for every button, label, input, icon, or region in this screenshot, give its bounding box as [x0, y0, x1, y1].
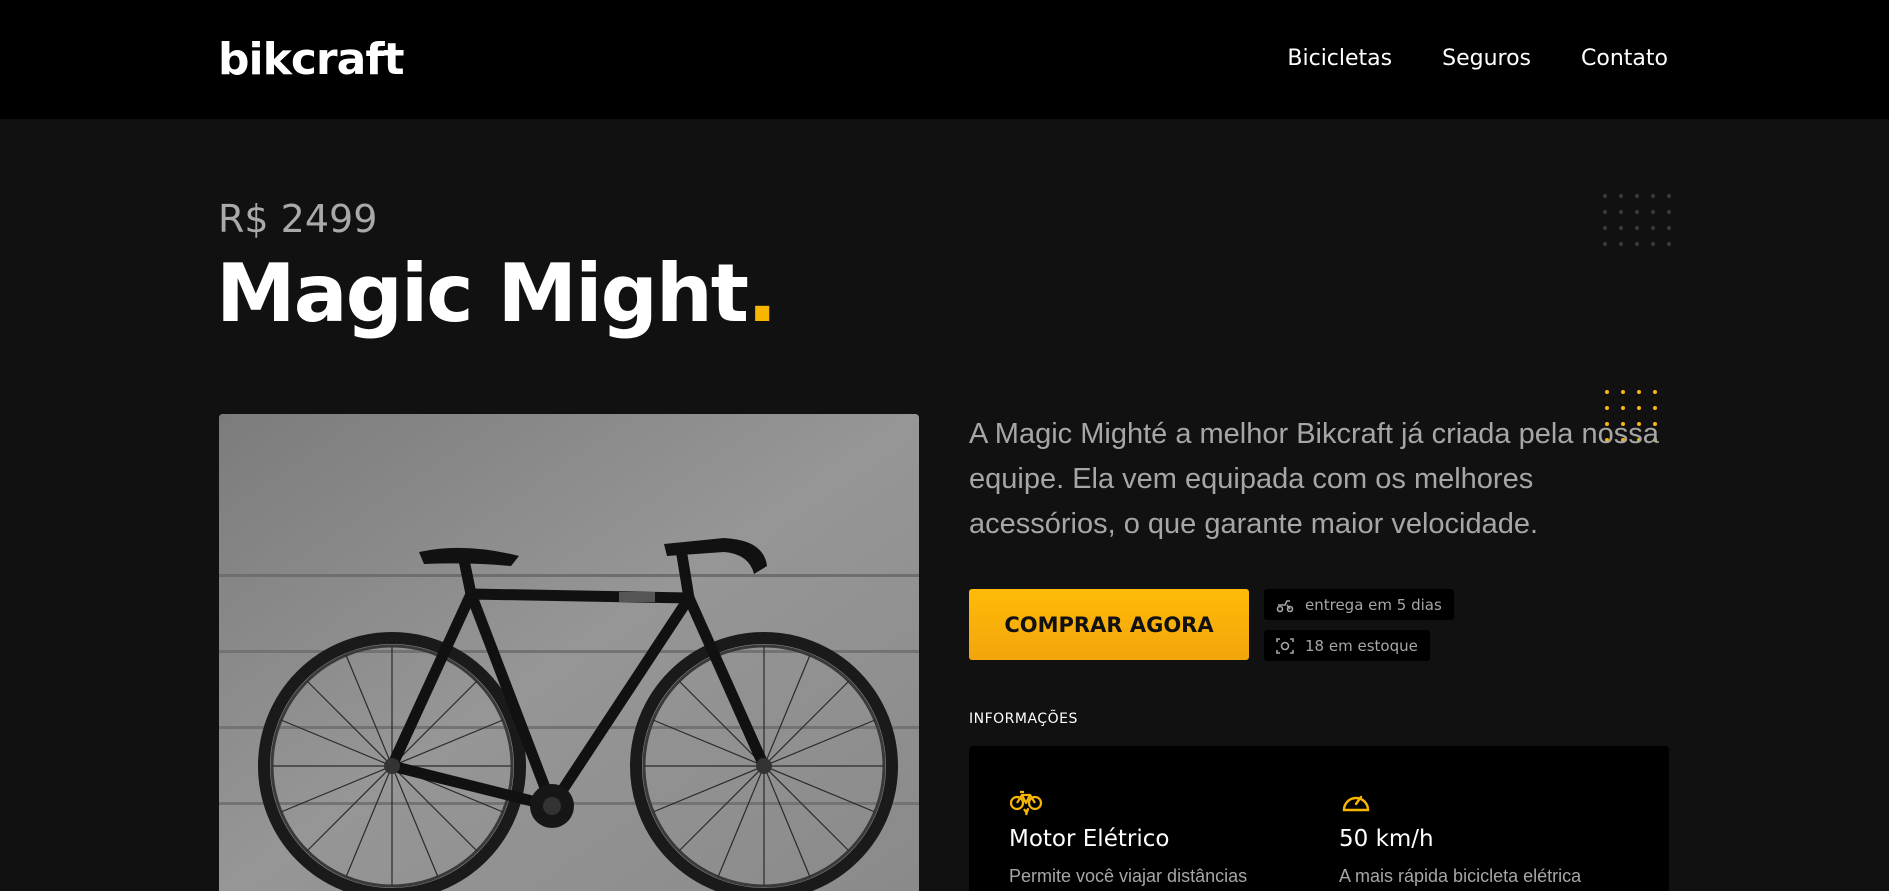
delivery-scooter-icon — [1276, 599, 1294, 612]
feature-title: Motor Elétrico — [1009, 826, 1170, 852]
product-title-text: Magic Might — [216, 247, 749, 340]
stock-box-icon — [1276, 637, 1294, 654]
product-title: Magic Might. — [216, 247, 777, 340]
bike-image — [219, 414, 919, 891]
stock-badge: 18 em estoque — [1264, 630, 1430, 661]
buy-now-button[interactable]: COMPRAR AGORA — [969, 589, 1249, 660]
feature-text: A mais rápida bicicleta elétrica — [1339, 866, 1582, 886]
site-header: bikcraft Bicicletas Seguros Contato — [0, 0, 1889, 119]
info-box: Motor Elétrico Permite você viajar distâ… — [969, 746, 1669, 891]
feature-title: 50 km/h — [1339, 826, 1434, 852]
delivery-text: entrega em 5 dias — [1305, 595, 1442, 614]
info-section-label: INFORMAÇÕES — [969, 711, 1078, 727]
title-accent-dot: . — [747, 247, 777, 340]
delivery-badge: entrega em 5 dias — [1264, 589, 1454, 620]
bike-photo — [219, 414, 919, 891]
stock-text: 18 em estoque — [1305, 636, 1418, 655]
logo[interactable]: bikcraft — [218, 34, 404, 86]
feature-speed: 50 km/h A mais rápida bicicleta elétrica — [1339, 786, 1639, 888]
speedometer-icon — [1342, 795, 1370, 812]
electric-bike-icon — [1009, 790, 1043, 816]
feature-electric-motor: Motor Elétrico Permite você viajar distâ… — [1009, 786, 1309, 888]
nav-seguros[interactable]: Seguros — [1442, 44, 1531, 74]
nav-bicicletas[interactable]: Bicicletas — [1287, 44, 1392, 74]
decorative-dots-gray — [1603, 194, 1671, 246]
main-nav: Bicicletas Seguros Contato — [1287, 44, 1668, 74]
product-price: R$ 2499 — [218, 197, 378, 241]
nav-contato[interactable]: Contato — [1581, 44, 1668, 74]
product-description: A Magic Mighté a melhor Bikcraft já cria… — [969, 418, 1659, 540]
feature-text: Permite você viajar distâncias — [1009, 866, 1248, 886]
